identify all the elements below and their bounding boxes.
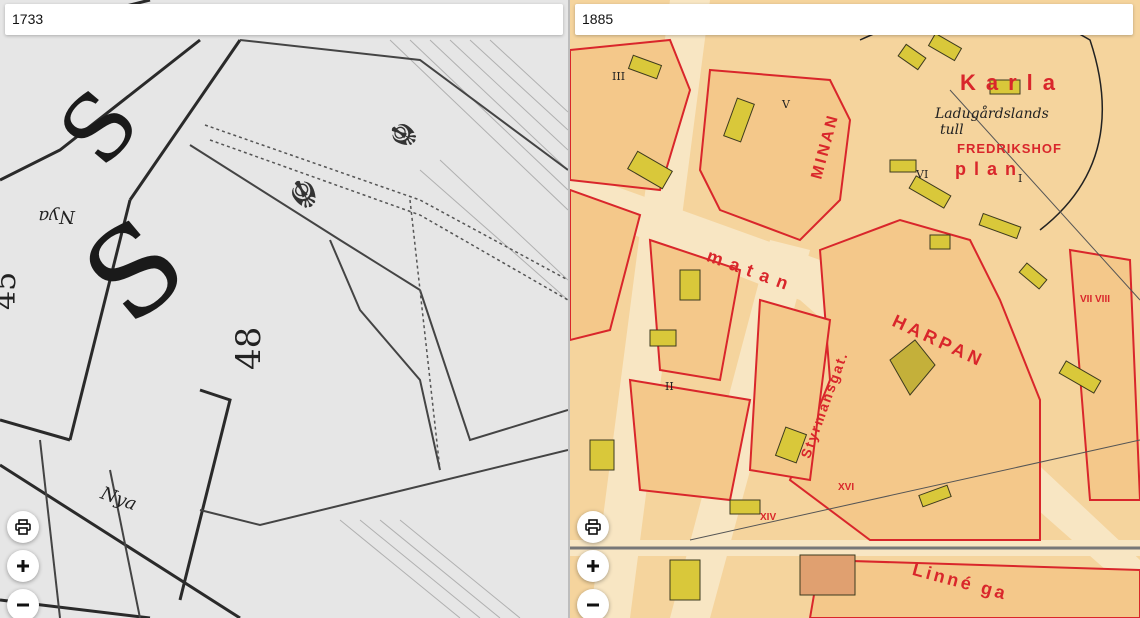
block-number-vii-viii: VII VIII	[1080, 294, 1110, 305]
edge-number-label: 45	[0, 272, 23, 310]
printer-icon	[15, 519, 31, 535]
block-number-v: V	[781, 98, 791, 111]
area-label-fredrikshof: FREDRIKSHOF	[957, 141, 1062, 156]
year-label-right[interactable]: 1885	[575, 4, 1133, 35]
block-number-iii: III	[612, 70, 625, 83]
minus-icon	[587, 603, 599, 607]
block-number-xvi: XVI	[838, 482, 854, 493]
plot-number-label: 48	[229, 327, 269, 370]
historic-map-1733[interactable]: S S ☬ ☬ 48 45 Nya Nya	[0, 0, 568, 618]
map-pane-1733[interactable]: S S ☬ ☬ 48 45 Nya Nya 1733	[0, 0, 568, 618]
area-label-ladugardslands: Ladugårdslands	[934, 105, 1049, 122]
plus-icon	[587, 560, 599, 572]
zoom-in-button-right[interactable]	[577, 550, 609, 582]
block-number-ii: II	[665, 380, 674, 393]
block-number-vi: VI	[915, 168, 928, 181]
print-button-left[interactable]	[7, 511, 39, 543]
historic-map-1885[interactable]: MINAN HARPAN FREDRIKSHOF Karla plan Linn…	[570, 0, 1140, 618]
area-label-tull: tull	[940, 122, 964, 138]
map-pane-1885[interactable]: MINAN HARPAN FREDRIKSHOF Karla plan Linn…	[570, 0, 1140, 618]
minus-icon	[17, 603, 29, 607]
plus-icon	[17, 560, 29, 572]
block-number-i: I	[1018, 172, 1022, 185]
zoom-out-button-right[interactable]	[577, 589, 609, 618]
print-button-right[interactable]	[577, 511, 609, 543]
area-label-plan: plan	[955, 159, 1024, 179]
zoom-in-button-left[interactable]	[7, 550, 39, 582]
printer-icon	[585, 519, 601, 535]
zoom-out-button-left[interactable]	[7, 589, 39, 618]
area-label-karla: Karla	[960, 70, 1065, 95]
year-label-left[interactable]: 1733	[5, 4, 563, 35]
block-number-xiv: XIV	[760, 512, 776, 523]
street-label-nya-upper: Nya	[38, 206, 76, 227]
